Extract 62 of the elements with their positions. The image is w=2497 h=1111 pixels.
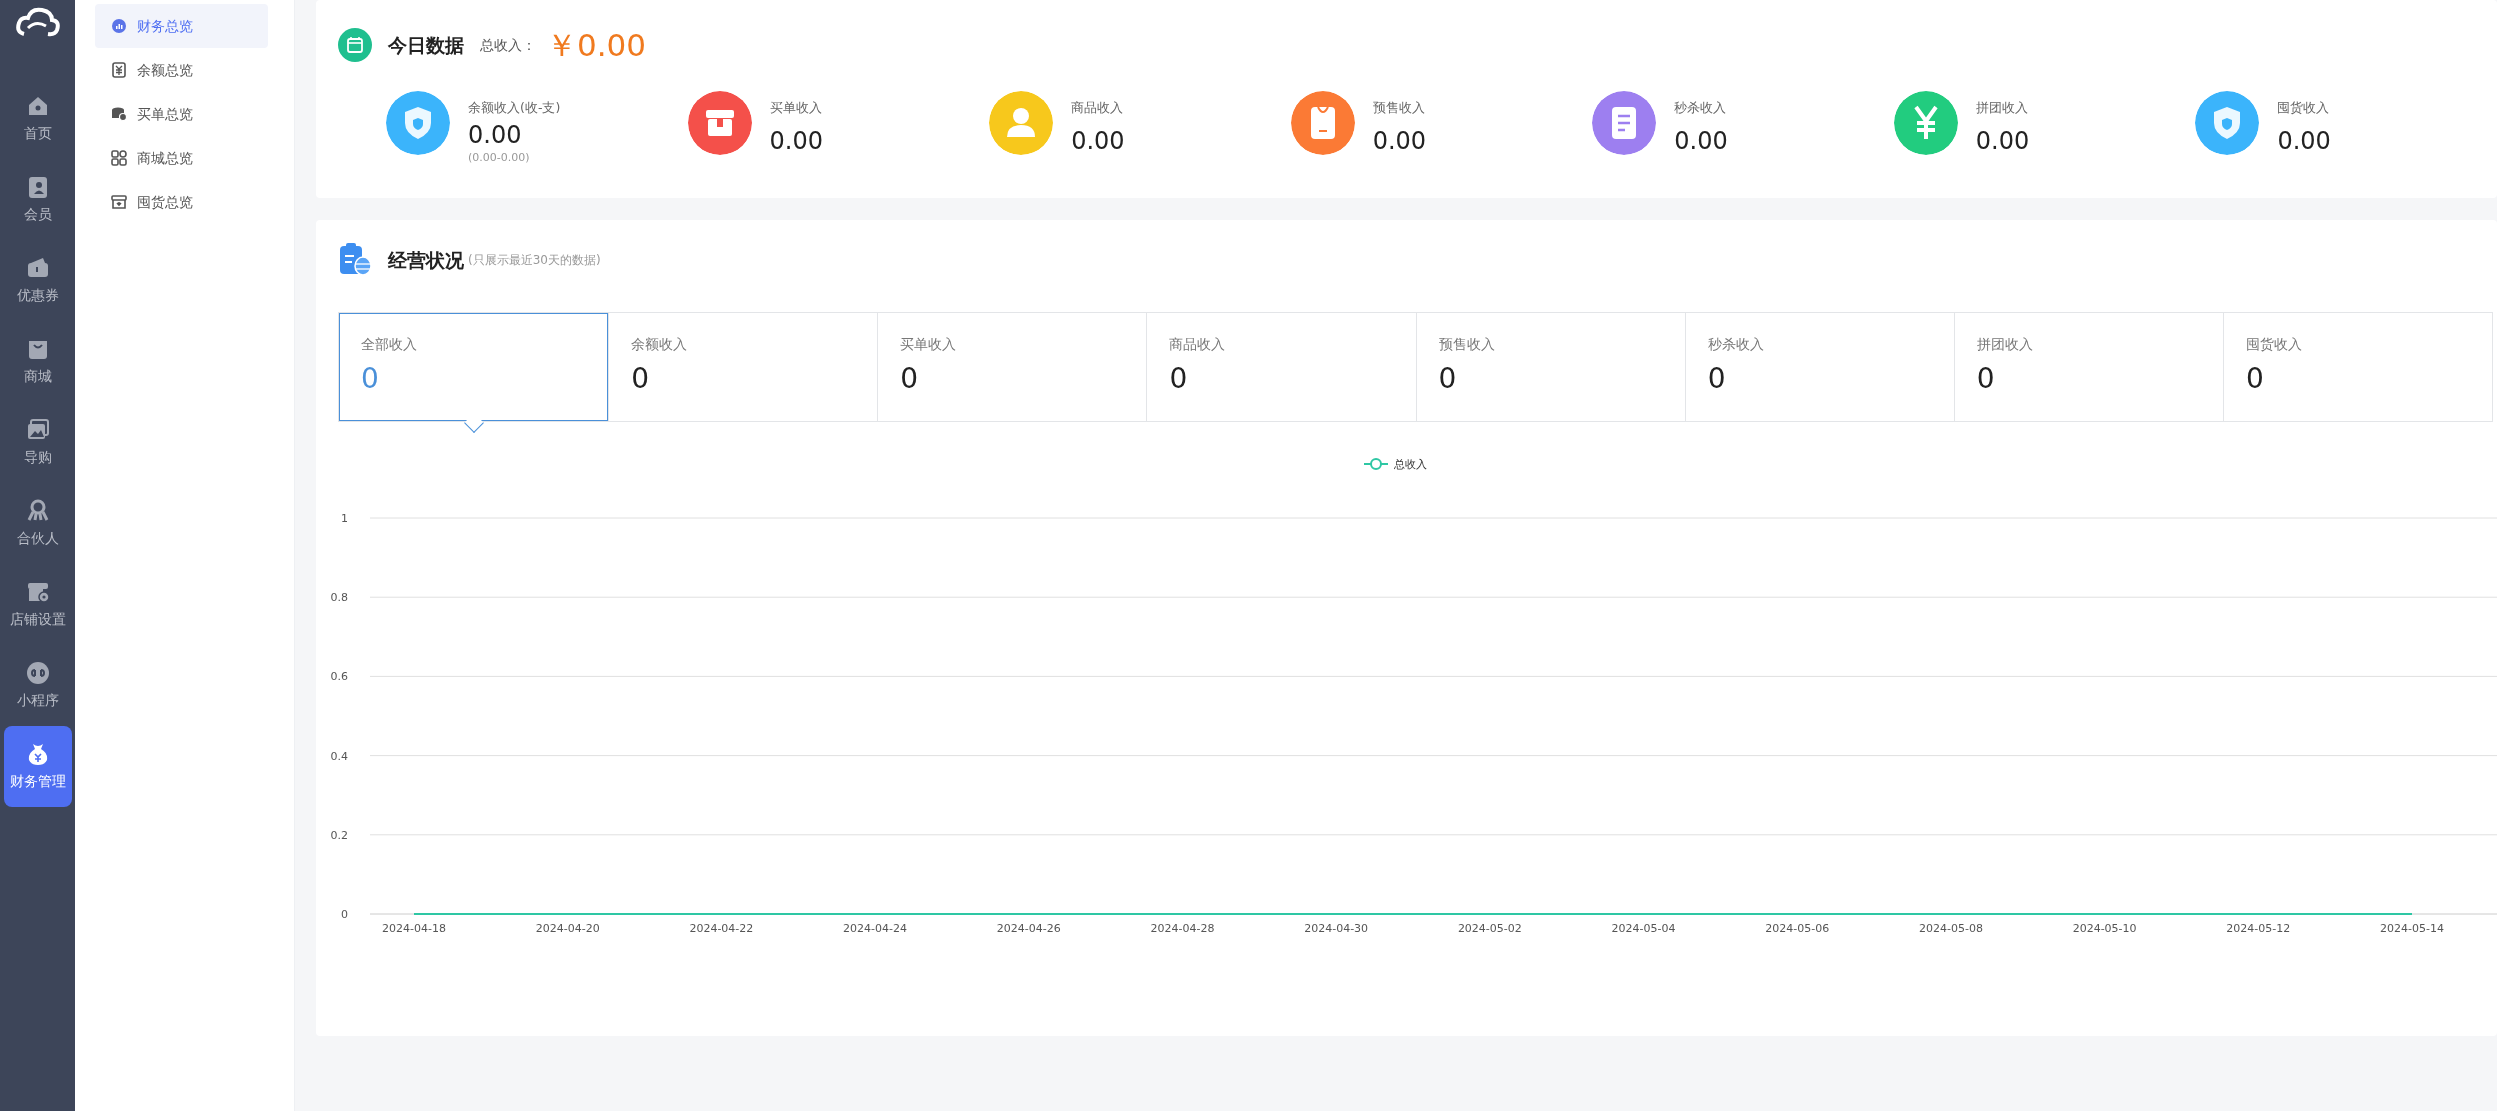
stat-value: 0.00 xyxy=(1071,127,1125,157)
y-axis-label: 0.6 xyxy=(330,670,348,684)
x-axis-label: 2024-05-12 xyxy=(2226,922,2291,935)
chart-icon xyxy=(111,18,127,34)
stat-label: 买单收入 xyxy=(769,98,823,117)
stat-range: (0.00-0.00) xyxy=(468,150,531,167)
stat-label: 拼团收入 xyxy=(1975,98,2029,117)
x-axis-label: 2024-04-24 xyxy=(843,922,908,935)
grid-icon xyxy=(111,150,127,166)
nav-item[interactable]: 商城 xyxy=(3,321,72,402)
x-axis-label: 2024-05-08 xyxy=(1918,922,1983,935)
stat-value: 0.00 xyxy=(1674,127,1728,157)
stat-label: 商品收入 xyxy=(1071,98,1125,117)
section-note: (只展示最近30天的数据) xyxy=(468,252,601,269)
y-axis-label: 1 xyxy=(341,512,348,525)
y-axis-label: 0.8 xyxy=(330,591,348,605)
nav-item[interactable]: 导购 xyxy=(3,402,72,483)
total-income-value: ￥0.00 xyxy=(546,26,647,65)
submenu-item[interactable]: 囤货总览 xyxy=(95,180,268,224)
x-axis-label: 2024-04-20 xyxy=(535,922,600,935)
nav-item[interactable]: 优惠券 xyxy=(3,240,72,321)
nav-item[interactable]: 合伙人 xyxy=(3,483,72,564)
submenu-item[interactable]: 买单总览 xyxy=(95,92,268,136)
stat-label: 秒杀收入 xyxy=(1674,98,1728,117)
submenu-item[interactable]: 余额总览 xyxy=(95,48,268,92)
nav-item[interactable]: 会员 xyxy=(3,159,72,240)
submenu-item[interactable]: 商城总览 xyxy=(95,136,268,180)
x-axis-label: 2024-04-28 xyxy=(1150,922,1215,935)
calendar-icon xyxy=(338,28,372,63)
stat-value: 0.00 xyxy=(468,121,523,151)
nav-item[interactable]: 小程序 xyxy=(3,645,72,726)
total-income-label: 总收入： xyxy=(480,35,536,55)
x-axis-label: 2024-04-22 xyxy=(689,922,754,935)
yen-note-icon xyxy=(111,62,127,78)
stat-value: 0.00 xyxy=(2277,127,2331,157)
nav-item[interactable]: 财务管理 xyxy=(3,726,72,807)
clipboard-icon xyxy=(338,242,372,278)
stat-value: 0.00 xyxy=(1372,127,1427,157)
stat-value: 0.00 xyxy=(1975,127,2030,157)
section-title: 今日数据 xyxy=(388,33,464,58)
nav-item[interactable]: 店铺设置 xyxy=(3,564,72,645)
stat-label: 预售收入 xyxy=(1372,98,1426,117)
x-axis-label: 2024-04-18 xyxy=(382,922,446,935)
stat-value: 0.00 xyxy=(769,127,823,157)
stat-label: 余额收入(收-支) xyxy=(468,98,561,117)
legend-label: 总收入 xyxy=(1394,458,1427,471)
stat-label: 囤货收入 xyxy=(2277,98,2331,117)
archive-icon xyxy=(111,194,127,210)
x-axis-label: 2024-05-14 xyxy=(2380,922,2444,935)
x-axis-label: 2024-05-02 xyxy=(1457,922,1522,935)
nav-item[interactable]: 首页 xyxy=(3,78,72,159)
x-axis-label: 2024-05-06 xyxy=(1765,922,1830,935)
legend-line-icon xyxy=(1363,458,1389,470)
section-title: 经营状况 xyxy=(388,247,464,273)
x-axis-label: 2024-05-10 xyxy=(2072,922,2137,935)
x-axis-label: 2024-05-04 xyxy=(1611,922,1676,935)
y-axis-label: 0.2 xyxy=(330,828,348,842)
x-axis-label: 2024-04-26 xyxy=(996,922,1061,935)
x-axis-label: 2024-04-30 xyxy=(1304,922,1369,935)
y-axis-label: 0 xyxy=(341,908,348,921)
y-axis-label: 0.4 xyxy=(330,749,348,763)
submenu-item[interactable]: 财务总览 xyxy=(95,4,268,48)
